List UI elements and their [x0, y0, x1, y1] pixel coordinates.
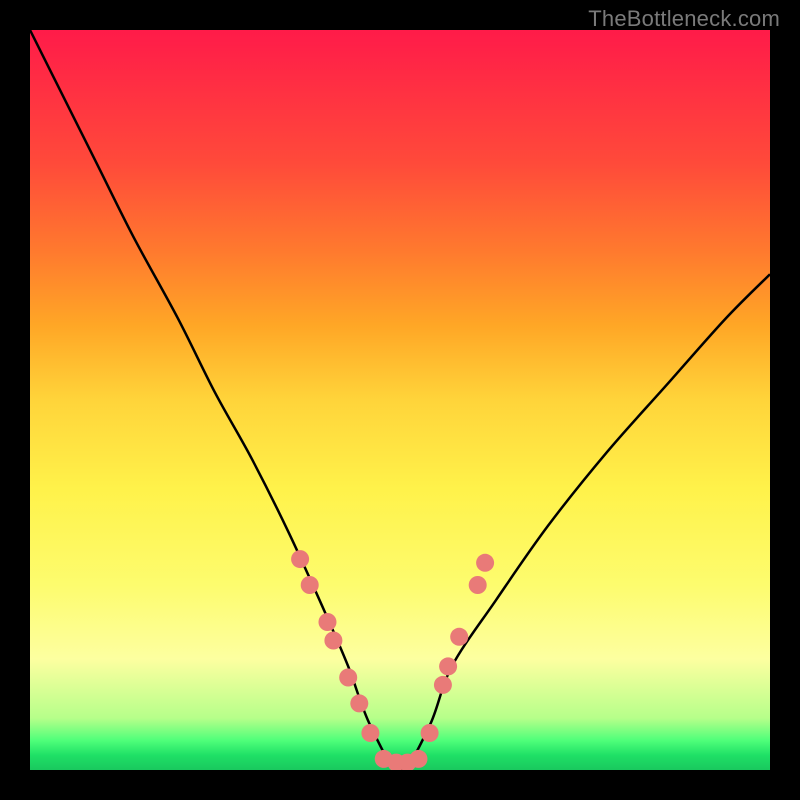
watermark-text: TheBottleneck.com — [588, 6, 780, 32]
marker-group — [291, 550, 494, 770]
marker-dot — [339, 669, 357, 687]
marker-dot — [450, 628, 468, 646]
outer-frame: TheBottleneck.com — [0, 0, 800, 800]
bottleneck-curve — [30, 30, 770, 770]
marker-dot — [421, 724, 439, 742]
marker-dot — [469, 576, 487, 594]
marker-dot — [476, 554, 494, 572]
marker-dot — [434, 676, 452, 694]
chart-svg — [30, 30, 770, 770]
marker-dot — [439, 657, 457, 675]
marker-dot — [350, 694, 368, 712]
marker-dot — [291, 550, 309, 568]
plot-area — [30, 30, 770, 770]
marker-dot — [318, 613, 336, 631]
marker-dot — [301, 576, 319, 594]
marker-dot — [410, 750, 428, 768]
marker-dot — [324, 632, 342, 650]
marker-dot — [361, 724, 379, 742]
